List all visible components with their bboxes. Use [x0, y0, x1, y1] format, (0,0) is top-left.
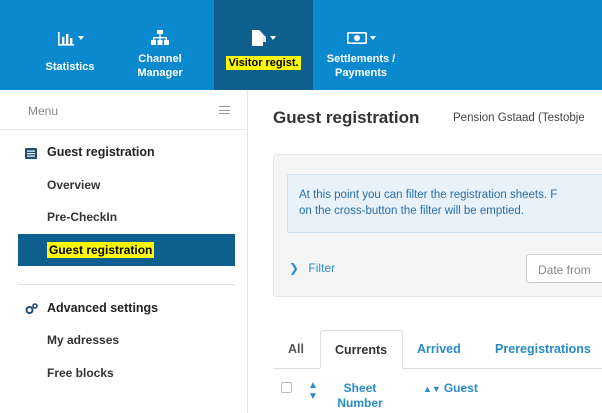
bar-chart-icon — [37, 28, 103, 48]
column-guest[interactable]: ▲▼ Guest — [423, 381, 478, 397]
nav-settlements-label-1: Settlements / — [326, 53, 396, 65]
tab-arrived[interactable]: Arrived — [409, 330, 473, 368]
sort-icon: ▲▼ — [423, 384, 441, 394]
cogs-icon — [25, 302, 38, 320]
hamburger-icon[interactable] — [219, 106, 230, 114]
filter-label: Filter — [308, 261, 336, 275]
money-icon — [320, 28, 402, 48]
nav-channel-manager[interactable]: Channel Manager — [120, 0, 200, 90]
nav-visitor-label: Visitor regist. — [226, 56, 301, 70]
sidebar-item-guest-registration[interactable]: Guest registration — [18, 234, 235, 266]
main-content: Guest registration Pension Gstaad (Testo… — [249, 90, 602, 413]
sidebar-item-pre-checkin[interactable]: Pre-CheckIn — [0, 201, 248, 233]
document-icon — [214, 28, 313, 48]
nav-channel-label-1: Channel — [138, 53, 182, 65]
tab-preregistrations[interactable]: Preregistrations — [485, 330, 602, 368]
sidebar-menu-header: Menu — [0, 90, 248, 130]
sidebar-item-my-adresses[interactable]: My adresses — [0, 324, 248, 356]
sidebar-item-free-blocks[interactable]: Free blocks — [0, 357, 248, 389]
sidebar-section-advanced-settings: Advanced settings — [0, 296, 248, 320]
sidebar-item-label: Free blocks — [47, 366, 114, 380]
info-text-line-1: At this point you can filter the registr… — [299, 189, 558, 201]
tab-all[interactable]: All — [273, 330, 315, 368]
sidebar-item-overview[interactable]: Overview — [0, 169, 248, 201]
nav-statistics[interactable]: Statistics — [37, 0, 103, 90]
list-icon — [25, 146, 37, 164]
page-title: Guest registration — [273, 108, 420, 127]
table-header: ▲ ▼ Sheet Number ▲▼ Guest — [273, 375, 602, 413]
nav-statistics-label: Statistics — [45, 61, 95, 73]
filter-toggle[interactable]: ❯ Filter — [289, 261, 335, 275]
nav-settlements-label-2: Payments — [335, 67, 387, 79]
nav-channel-label-2: Manager — [137, 67, 183, 79]
page-subtitle: Pension Gstaad (Testobje — [453, 112, 585, 124]
tab-currents[interactable]: Currents — [320, 330, 403, 369]
sidebar-divider — [18, 284, 235, 285]
tab-label: All — [288, 342, 304, 356]
sitemap-icon — [120, 28, 200, 48]
sidebar-item-label: Overview — [47, 178, 101, 192]
tab-label: Arrived — [417, 342, 461, 356]
sort-icon[interactable]: ▲ ▼ — [308, 380, 318, 402]
nav-settlements-payments[interactable]: Settlements / Payments — [320, 0, 402, 90]
filter-panel: At this point you can filter the registr… — [273, 154, 602, 297]
section-title: Advanced settings — [47, 301, 159, 315]
select-all-checkbox[interactable] — [281, 382, 292, 393]
date-from-placeholder: Date from — [538, 263, 591, 277]
date-from-input[interactable]: Date from — [526, 254, 602, 283]
sidebar: Menu Guest registration Overview Pre-Che… — [0, 90, 248, 413]
menu-title: Menu — [28, 104, 59, 118]
chevron-right-icon: ❯ — [289, 261, 300, 275]
top-navigation-bar: Statistics Channel Manager Visitor regis… — [0, 0, 602, 90]
tab-label: Currents — [335, 343, 388, 357]
tab-label: Preregistrations — [495, 342, 591, 356]
column-sheet-number[interactable]: Sheet Number — [335, 381, 385, 411]
sidebar-item-label: Guest registration — [47, 242, 155, 258]
sidebar-section-guest-registration: Guest registration — [0, 140, 248, 164]
filter-info-box: At this point you can filter the registr… — [287, 174, 602, 233]
sidebar-item-label: My adresses — [47, 333, 120, 347]
nav-visitor-registration[interactable]: Visitor regist. — [214, 0, 313, 90]
info-text-line-2: on the cross-button the filter will be e… — [299, 205, 525, 217]
sidebar-item-label: Pre-CheckIn — [47, 210, 118, 224]
section-title: Guest registration — [47, 145, 155, 159]
